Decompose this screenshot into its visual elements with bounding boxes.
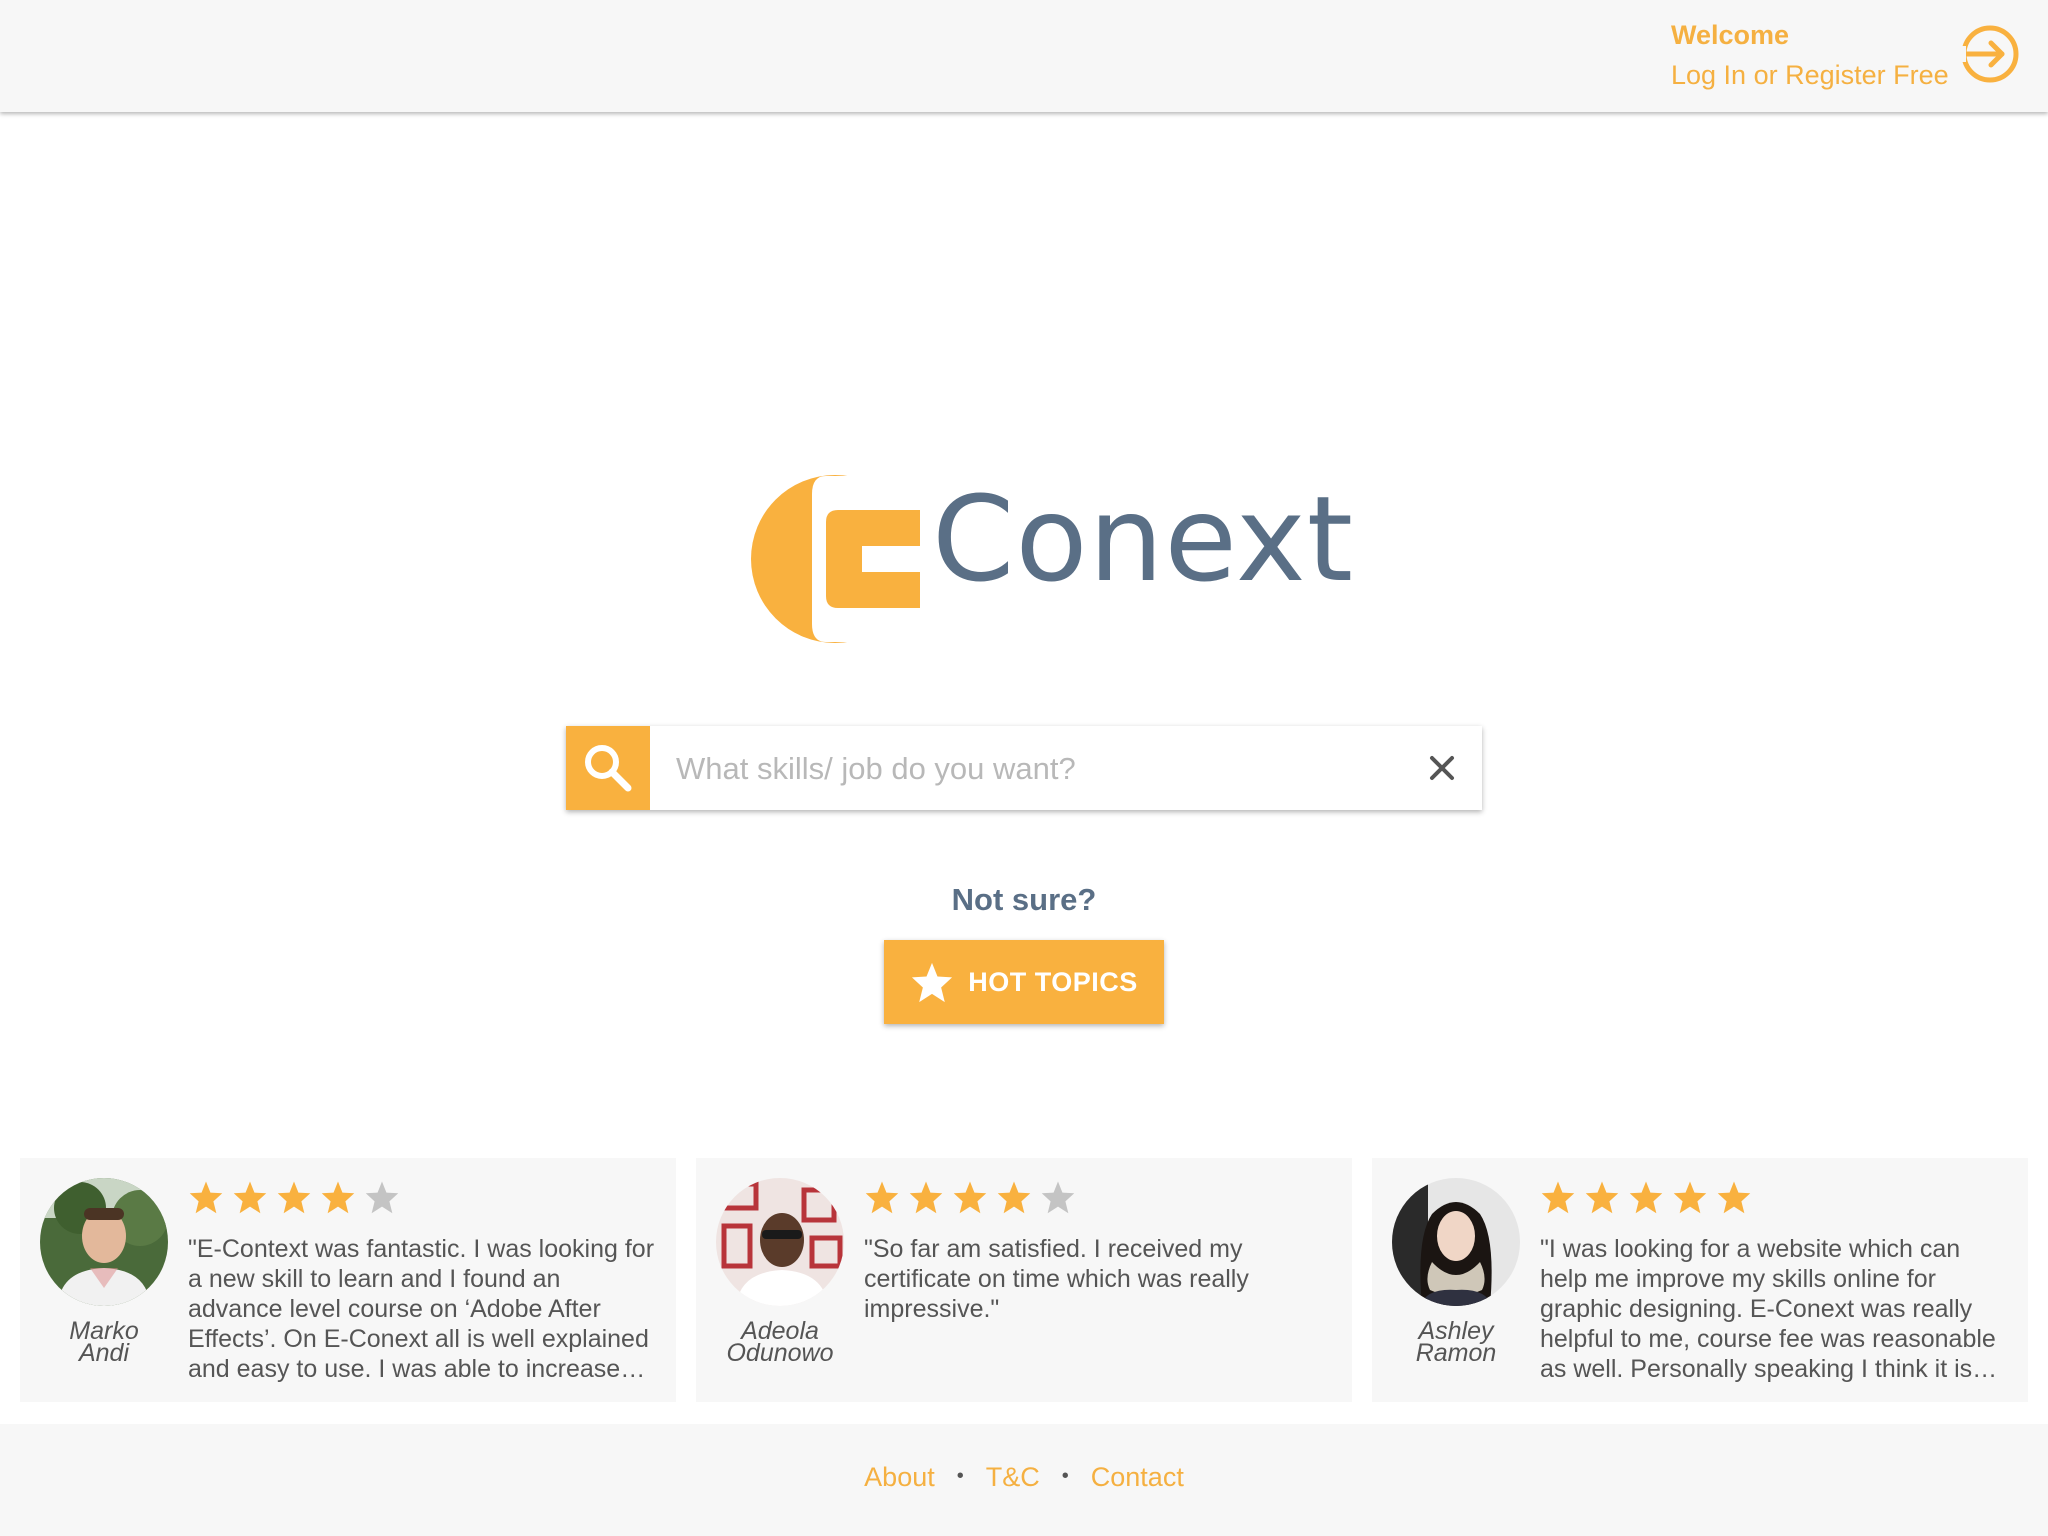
- footer: About • T&C • Contact: [0, 1424, 2048, 1536]
- login-arrow-icon[interactable]: [1960, 24, 2020, 84]
- star-filled-icon: [909, 1181, 943, 1214]
- avatar: [716, 1178, 844, 1306]
- star-filled-icon: [233, 1181, 267, 1214]
- logo-wordmark: Conext: [932, 470, 1354, 608]
- not-sure-label: Not sure?: [951, 882, 1097, 917]
- star-filled-icon: [997, 1181, 1031, 1214]
- star-rating: [1540, 1180, 1760, 1216]
- footer-link-terms[interactable]: T&C: [986, 1462, 1040, 1492]
- search-input[interactable]: [674, 740, 1378, 798]
- review-text: "I was looking for a website which can h…: [1540, 1235, 1996, 1383]
- star-filled-icon: [865, 1181, 899, 1214]
- star-icon: [912, 962, 953, 1003]
- login-register-link[interactable]: Log In or Register Free: [1671, 60, 1949, 91]
- search-bar: [566, 726, 1482, 810]
- avatar: [40, 1178, 168, 1306]
- review-card: Ashley Ramon "I was looking for a websit…: [1372, 1158, 2028, 1402]
- hot-topics-label: HOT TOPICS: [968, 966, 1138, 997]
- review-card: Marko Andi "E-Context was fantastic. I w…: [20, 1158, 676, 1402]
- econext-logo: Conext: [750, 470, 1353, 645]
- star-filled-icon: [1541, 1181, 1575, 1214]
- logo-e-mark-icon: [751, 474, 920, 644]
- star-filled-icon: [1585, 1181, 1619, 1214]
- star-filled-icon: [1673, 1181, 1707, 1214]
- star-filled-icon: [1629, 1181, 1663, 1214]
- close-icon[interactable]: [1422, 748, 1462, 788]
- search-icon: [585, 745, 632, 792]
- star-empty-icon: [365, 1181, 399, 1214]
- welcome-label: Welcome: [1671, 20, 1790, 50]
- search-button[interactable]: [566, 726, 650, 810]
- separator-dot: •: [1061, 1465, 1069, 1487]
- top-bar: Welcome Log In or Register Free: [0, 0, 2048, 112]
- star-rating: [188, 1180, 408, 1216]
- reviewer-name: Marko Andi: [69, 1317, 139, 1367]
- star-filled-icon: [321, 1181, 355, 1214]
- reviewer-name: Adeola Odunowo: [726, 1317, 834, 1367]
- star-filled-icon: [1717, 1181, 1751, 1214]
- star-filled-icon: [277, 1181, 311, 1214]
- review-text: "So far am satisfied. I received my cert…: [864, 1235, 1249, 1323]
- hot-topics-button[interactable]: HOT TOPICS: [884, 940, 1164, 1024]
- avatar: [1392, 1178, 1520, 1306]
- footer-link-about[interactable]: About: [864, 1462, 935, 1492]
- star-filled-icon: [189, 1181, 223, 1214]
- reviewer-name: Ashley Ramon: [1415, 1317, 1497, 1367]
- review-text: "E-Context was fantastic. I was looking …: [188, 1235, 655, 1383]
- star-rating: [864, 1180, 1084, 1216]
- review-card: Adeola Odunowo "So far am satisfied. I r…: [696, 1158, 1352, 1402]
- footer-links: About • T&C • Contact: [0, 1462, 2048, 1493]
- footer-link-contact[interactable]: Contact: [1091, 1462, 1184, 1492]
- star-empty-icon: [1041, 1181, 1075, 1214]
- star-filled-icon: [953, 1181, 987, 1214]
- separator-dot: •: [956, 1465, 964, 1487]
